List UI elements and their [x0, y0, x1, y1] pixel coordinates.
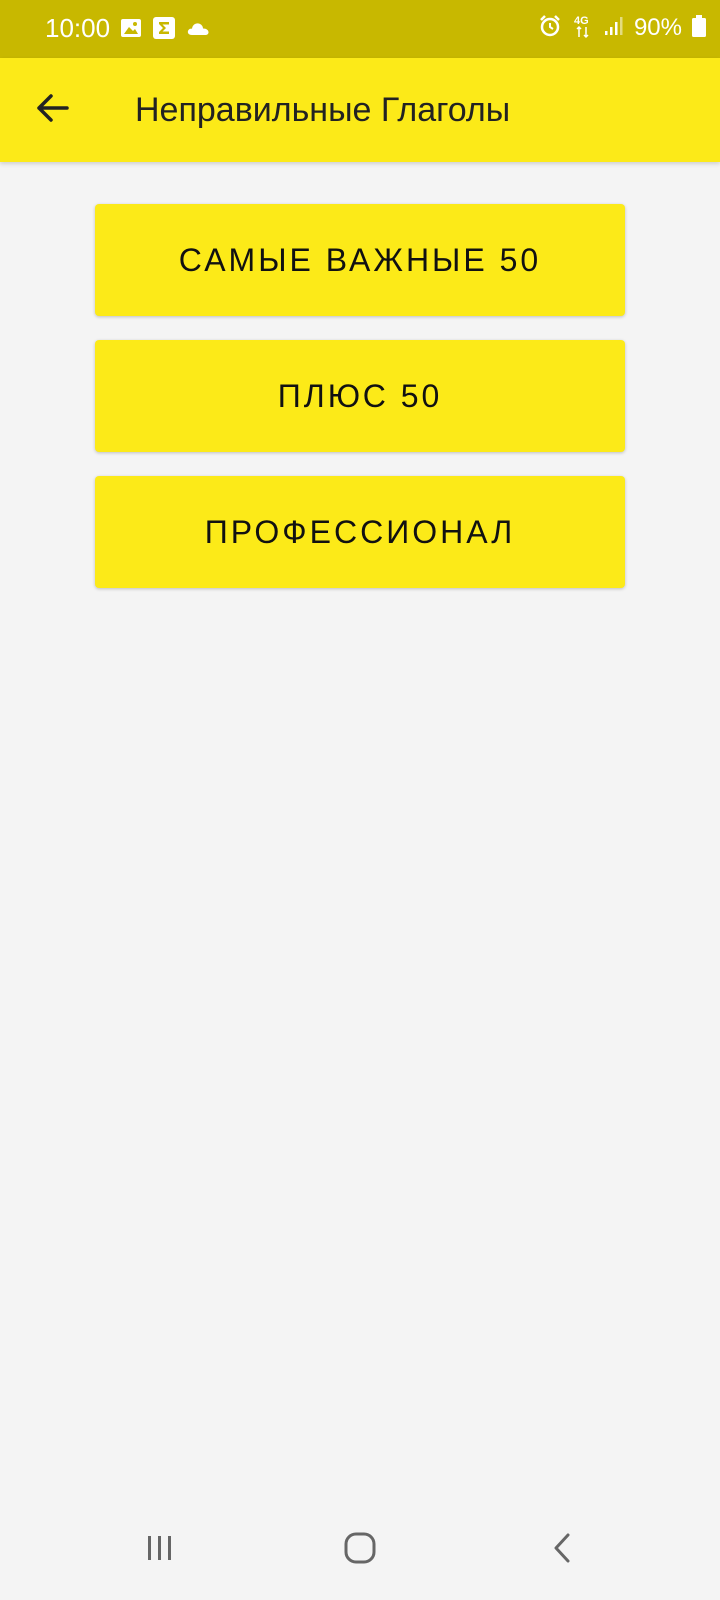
battery-percent: 90%: [633, 14, 682, 41]
sigma-app-icon: [152, 16, 176, 45]
recent-apps-button[interactable]: [130, 1530, 190, 1570]
arrow-left-icon: [35, 93, 69, 128]
system-nav-bar: [0, 1500, 720, 1600]
cloud-icon: [186, 19, 210, 42]
page-title: Неправильные Глаголы: [135, 91, 511, 129]
status-time: 10:00: [45, 13, 111, 43]
home-button[interactable]: [330, 1530, 390, 1570]
back-button[interactable]: [24, 82, 80, 138]
alarm-icon: [538, 14, 562, 43]
status-system-icons: 4G 90%: [538, 12, 706, 44]
svg-text:4G: 4G: [574, 15, 589, 27]
nav-back-button[interactable]: [532, 1530, 592, 1570]
network-4g-icon: 4G: [572, 13, 594, 44]
recent-apps-icon: [144, 1534, 176, 1567]
most-important-50-button[interactable]: САМЫЕ ВАЖНЫЕ 50: [95, 204, 625, 316]
signal-icon: [604, 16, 624, 41]
status-notification-icons: [120, 16, 210, 45]
image-icon: [120, 17, 142, 44]
professional-button[interactable]: ПРОФЕССИОНАЛ: [95, 476, 625, 588]
back-icon: [551, 1532, 573, 1569]
app-bar: Неправильные Глаголы: [0, 58, 720, 162]
plus-50-button[interactable]: ПЛЮС 50: [95, 340, 625, 452]
status-bar: 10:00 4G 90%: [0, 0, 720, 58]
battery-icon: [692, 14, 706, 42]
home-icon: [343, 1531, 377, 1570]
